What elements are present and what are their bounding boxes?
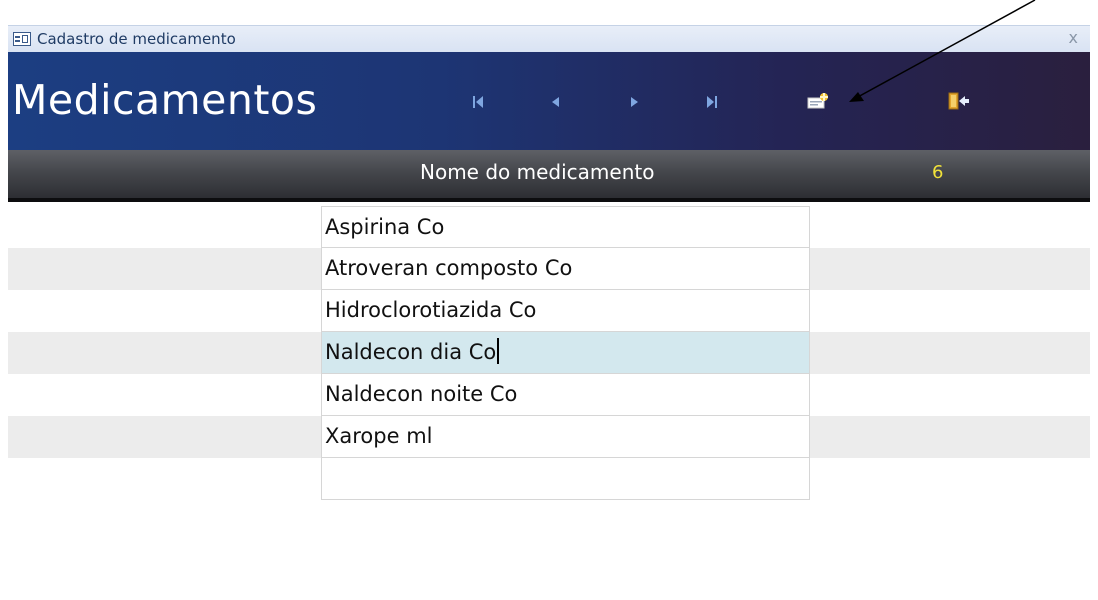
table-row-new bbox=[8, 458, 1090, 500]
first-record-button[interactable] bbox=[468, 93, 488, 111]
first-record-icon bbox=[473, 96, 483, 108]
column-header-name: Nome do medicamento bbox=[420, 160, 655, 184]
medicine-name-field[interactable]: Aspirina Co bbox=[321, 206, 810, 248]
column-header-bar: Nome do medicamento 6 bbox=[8, 150, 1090, 202]
window-titlebar: Cadastro de medicamento x bbox=[8, 25, 1090, 52]
page-title: Medicamentos bbox=[12, 76, 318, 124]
text-cursor bbox=[497, 338, 500, 364]
table-row: Naldecon dia Co bbox=[8, 332, 1090, 374]
record-count: 6 bbox=[932, 162, 944, 183]
new-record-button[interactable] bbox=[806, 90, 830, 112]
medicine-name-field[interactable]: Hidroclorotiazida Co bbox=[321, 290, 810, 332]
next-record-button[interactable] bbox=[624, 93, 644, 111]
next-record-icon bbox=[631, 97, 638, 107]
medicine-name-field[interactable]: Xarope ml bbox=[321, 416, 810, 458]
new-record-icon bbox=[807, 93, 828, 109]
form-icon bbox=[13, 32, 31, 46]
new-medicine-name-field[interactable] bbox=[321, 458, 810, 500]
medicine-name-field[interactable]: Atroveran composto Co bbox=[321, 248, 810, 290]
previous-record-icon bbox=[552, 97, 559, 107]
table-row: Hidroclorotiazida Co bbox=[8, 290, 1090, 332]
last-record-button[interactable] bbox=[702, 93, 722, 111]
medicine-name-field-active[interactable]: Naldecon dia Co bbox=[321, 332, 810, 374]
medicine-name-field[interactable]: Naldecon noite Co bbox=[321, 374, 810, 416]
close-button[interactable]: x bbox=[1069, 28, 1078, 47]
table-row: Naldecon noite Co bbox=[8, 374, 1090, 416]
form-header: Medicamentos bbox=[8, 52, 1090, 150]
last-record-icon bbox=[707, 96, 717, 108]
table-row: Aspirina Co bbox=[8, 206, 1090, 248]
medicine-name-text: Naldecon dia Co bbox=[325, 340, 497, 364]
exit-button[interactable] bbox=[946, 90, 970, 112]
window-title: Cadastro de medicamento bbox=[37, 30, 236, 48]
exit-icon bbox=[948, 92, 969, 110]
table-row: Atroveran composto Co bbox=[8, 248, 1090, 290]
previous-record-button[interactable] bbox=[546, 93, 566, 111]
table-row: Xarope ml bbox=[8, 416, 1090, 458]
